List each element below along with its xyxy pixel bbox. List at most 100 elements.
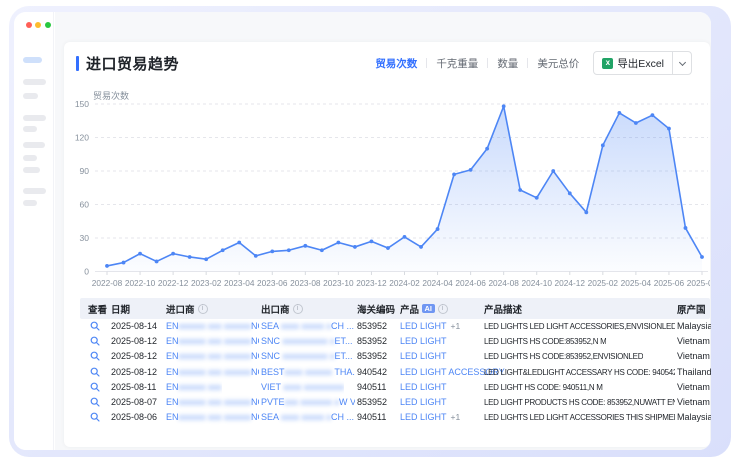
- magnifier-icon: [90, 351, 100, 361]
- traffic-light-close[interactable]: [26, 22, 32, 28]
- col-header-exporter: 出口商i: [261, 298, 303, 319]
- sidebar-item[interactable]: [23, 167, 40, 173]
- cell-exporter-link[interactable]: VIET xxxx xxxxxxxxx: [261, 380, 344, 395]
- info-icon[interactable]: i: [293, 304, 303, 314]
- cell-importer-link[interactable]: ENxxxxxx xxx xxxxxxNG L...: [166, 349, 259, 364]
- cell-date: 2025-08-14: [111, 319, 157, 334]
- export-dropdown-button[interactable]: [672, 52, 691, 74]
- view-row-button[interactable]: [90, 336, 100, 348]
- cell-exporter-link[interactable]: SEA xxxx xxxxx xCH ...: [261, 319, 354, 334]
- sidebar-item[interactable]: [23, 79, 46, 85]
- product-link[interactable]: LED LIGHT: [400, 351, 447, 361]
- cell-exporter-link[interactable]: SNC xxxxxxxxxx xET...: [261, 349, 353, 364]
- svg-text:2024-04: 2024-04: [422, 278, 453, 288]
- cell-description: LED LIGHTS HS CODE:853952,ENVISIONLED: [484, 349, 643, 364]
- view-row-button[interactable]: [90, 412, 100, 424]
- view-row-button[interactable]: [90, 351, 100, 363]
- traffic-light-minimize[interactable]: [35, 22, 41, 28]
- export-excel-button[interactable]: 导出Excel: [594, 52, 672, 74]
- cell-origin: Vietnam: [677, 349, 710, 364]
- cell-description: LED LIGHT HS CODE: 940511,N M: [484, 380, 603, 395]
- trend-chart: 03060901201502022-082022-102022-122023-0…: [70, 96, 710, 296]
- cell-date: 2025-08-07: [111, 395, 157, 410]
- magnifier-icon: [90, 397, 100, 407]
- metric-tab-3[interactable]: 美元总价: [537, 56, 579, 71]
- cell-product: LED LIGHT +1: [400, 410, 460, 425]
- cell-hs-code: 853952: [357, 319, 387, 334]
- cell-exporter-link[interactable]: SEA xxxx xxxxx xCH ...: [261, 410, 354, 425]
- product-link[interactable]: LED LIGHT: [400, 321, 447, 331]
- traffic-light-maximize[interactable]: [45, 22, 51, 28]
- product-link[interactable]: LED LIGHT: [400, 336, 447, 346]
- table-row: 2025-08-12ENxxxxxx xxx xxxxxxNG L...BEST…: [80, 365, 710, 380]
- view-row-button[interactable]: [90, 321, 100, 333]
- cell-date: 2025-08-06: [111, 410, 157, 425]
- card-header: 进口贸易趋势 贸易次数千克重量数量美元总价 导出Excel: [64, 50, 704, 76]
- sidebar-item[interactable]: [23, 142, 45, 148]
- screenshot-canvas: 进口贸易趋势 贸易次数千克重量数量美元总价 导出Excel: [0, 0, 740, 465]
- cell-importer-link[interactable]: ENxxxxxx xxx xxxxxxNG L...: [166, 410, 259, 425]
- info-icon[interactable]: i: [198, 304, 208, 314]
- extra-count: +1: [451, 412, 461, 422]
- svg-text:2024-02: 2024-02: [389, 278, 420, 288]
- metric-tab-1[interactable]: 千克重量: [436, 56, 478, 71]
- app-window: 进口贸易趋势 贸易次数千克重量数量美元总价 导出Excel: [14, 12, 711, 450]
- cell-origin: Malaysia: [677, 319, 711, 334]
- svg-text:2023-04: 2023-04: [224, 278, 255, 288]
- magnifier-icon: [90, 336, 100, 346]
- chevron-down-icon: [678, 58, 685, 65]
- sidebar-item[interactable]: [23, 93, 38, 99]
- cell-date: 2025-08-12: [111, 334, 157, 349]
- redacted-text: xxxx xxxxx x: [281, 321, 331, 331]
- view-row-button[interactable]: [90, 367, 100, 379]
- cell-importer-link[interactable]: ENxxxxxx xxx xxxxxxNG L...: [166, 334, 259, 349]
- cell-exporter-link[interactable]: BESTxxxx xxxxxx THA...: [261, 365, 355, 380]
- cell-hs-code: 940511: [357, 380, 386, 395]
- cell-hs-code: 853952: [357, 395, 387, 410]
- magnifier-icon: [90, 367, 100, 377]
- cell-origin: Vietnam: [677, 334, 710, 349]
- redacted-text: xxxxxx xxx xxxxxx: [179, 397, 252, 407]
- redacted-text: xxx xxxxxxx x: [285, 397, 340, 407]
- sidebar-item[interactable]: [23, 155, 37, 161]
- sidebar-item[interactable]: [23, 126, 37, 132]
- metric-tab-2[interactable]: 数量: [497, 56, 518, 71]
- cell-description: LED LIGHTS HS CODE:853952,N M: [484, 334, 606, 349]
- cell-origin: Vietnam: [677, 380, 710, 395]
- svg-text:2024-08: 2024-08: [488, 278, 519, 288]
- cell-importer-link[interactable]: ENxxxxxx xxx xxxxxxNG L...: [166, 365, 259, 380]
- metric-tab-0[interactable]: 贸易次数: [375, 56, 417, 71]
- cell-importer-link[interactable]: ENxxxxxx xxx: [166, 380, 222, 395]
- table-row: 2025-08-07 ENxxxxxx xxx xxxxxxNG L...PVTE…: [80, 395, 710, 410]
- table-body: 2025-08-14ENxxxxxx xxx xxxxxxNG L...SEA …: [80, 319, 710, 425]
- redacted-text: xxxx xxxxx x: [281, 412, 331, 422]
- main-area: 进口贸易趋势 贸易次数千克重量数量美元总价 导出Excel: [55, 12, 711, 450]
- view-row-button[interactable]: [90, 382, 100, 394]
- product-link[interactable]: LED LIGHT: [400, 397, 447, 407]
- svg-text:2025-08: 2025-08: [687, 278, 710, 288]
- sidebar-item[interactable]: [23, 200, 37, 206]
- cell-description: LED LIGHTS LED LIGHT ACCESSORIES,ENVISIO…: [484, 319, 675, 334]
- table-row: 2025-08-12 ENxxxxxx xxx xxxxxxNG L...SNC …: [80, 349, 710, 364]
- info-icon[interactable]: i: [438, 304, 448, 314]
- redacted-text: xxxxxx xxx xxxxxx: [179, 412, 252, 422]
- svg-text:90: 90: [80, 166, 90, 176]
- svg-text:2022-10: 2022-10: [125, 278, 156, 288]
- cell-date: 2025-08-12: [111, 349, 157, 364]
- svg-text:2023-10: 2023-10: [323, 278, 354, 288]
- view-row-button[interactable]: [90, 397, 100, 409]
- cell-exporter-link[interactable]: SNC xxxxxxxxxx xET...: [261, 334, 353, 349]
- svg-text:2025-04: 2025-04: [621, 278, 652, 288]
- cell-importer-link[interactable]: ENxxxxxx xxx xxxxxxNG L...: [166, 395, 259, 410]
- sidebar: [14, 12, 54, 450]
- product-link[interactable]: LED LIGHT: [400, 412, 447, 422]
- cell-importer-link[interactable]: ENxxxxxx xxx xxxxxxNG L...: [166, 319, 259, 334]
- excel-icon: [602, 58, 613, 69]
- sidebar-item-active[interactable]: [23, 57, 42, 63]
- sidebar-item[interactable]: [23, 188, 46, 194]
- sidebar-item[interactable]: [23, 115, 46, 121]
- cell-exporter-link[interactable]: PVTExxx xxxxxxx xW VI...: [261, 395, 355, 410]
- product-link[interactable]: LED LIGHT: [400, 382, 447, 392]
- cell-product: LED LIGHT: [400, 349, 447, 364]
- redacted-text: xxxxxx xxx xxxxxx: [179, 336, 252, 346]
